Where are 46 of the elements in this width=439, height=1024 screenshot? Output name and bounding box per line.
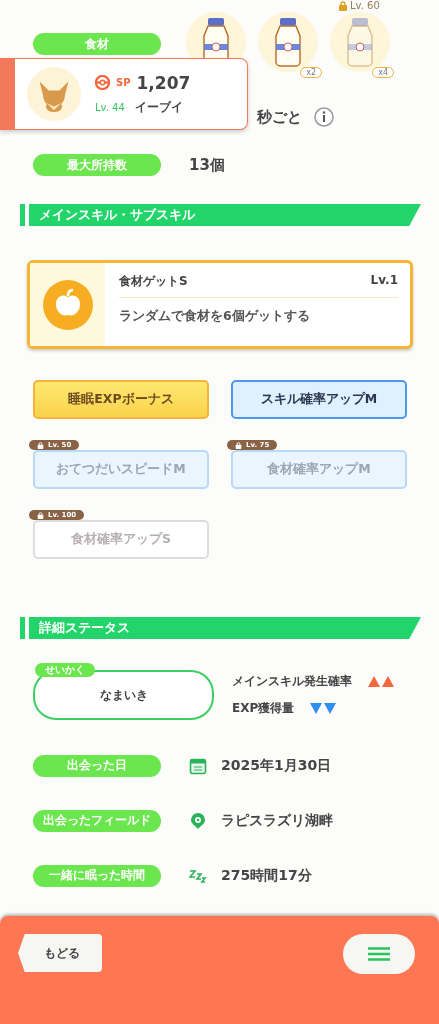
menu-icon	[368, 947, 390, 961]
sub-skill-button[interactable]: 睡眠EXPボーナス	[33, 380, 209, 419]
detail-label: 出会った日	[33, 754, 161, 777]
lock-icon	[235, 441, 242, 449]
pokeball-icon	[95, 75, 110, 90]
main-skill-card[interactable]: 食材ゲットS Lv.1 ランダムで食材を6個ゲットする	[27, 260, 413, 349]
lock-icon	[37, 511, 44, 519]
help-interval-text: 秒ごと	[257, 107, 302, 127]
lock-icon	[37, 441, 44, 449]
max-carry-label: 最大所持数	[33, 154, 161, 176]
apple-icon	[42, 279, 93, 330]
effect-label: EXP獲得量	[232, 700, 295, 717]
sp-label: SP	[116, 77, 131, 88]
sp-value: 1,207	[136, 72, 191, 93]
detail-value: ラピスラズリ湖畔	[221, 811, 333, 830]
pokemon-level: Lv. 44	[95, 101, 125, 113]
effect-label: メインスキル発生確率	[232, 673, 352, 690]
pokemon-info-toast[interactable]: SP 1,207 Lv. 44 イーブイ	[0, 58, 248, 130]
detail-label: 出会ったフィールド	[33, 809, 161, 832]
ingredient-label: 食材	[33, 33, 161, 55]
detail-value: 2025年1月30日	[221, 756, 332, 775]
pokemon-name: イーブイ	[134, 98, 183, 116]
info-icon[interactable]	[314, 107, 334, 127]
detail-value: 275時間17分	[221, 866, 312, 885]
skill-description: ランダムで食材を6個ゲットする	[119, 308, 311, 325]
nature-tag: せいかく	[35, 663, 95, 677]
pokemon-avatar	[27, 67, 81, 121]
lock-level-label: Lv. 60	[338, 0, 380, 11]
section-header: 詳細ステータス	[29, 617, 421, 639]
detail-label: 一緒に眠った時間	[33, 864, 161, 887]
calendar-icon	[189, 756, 207, 775]
skill-name: 食材ゲットS	[119, 273, 188, 290]
location-pin-icon	[189, 811, 207, 830]
quantity-badge: x2	[300, 67, 322, 78]
back-button[interactable]: もどる	[18, 934, 102, 972]
section-header: メインスキル・サブスキル	[29, 204, 421, 226]
section-marker	[20, 617, 25, 639]
sub-skill-button[interactable]: スキル確率アップM	[231, 380, 407, 419]
nature-name: なまいき	[99, 686, 148, 704]
menu-button[interactable]	[343, 934, 415, 974]
skill-level: Lv.1	[370, 273, 398, 289]
max-carry-value: 13個	[189, 155, 225, 175]
lock-icon	[338, 0, 348, 11]
quantity-badge: x4	[372, 67, 394, 78]
sleep-icon	[189, 868, 207, 883]
section-marker	[20, 204, 25, 226]
